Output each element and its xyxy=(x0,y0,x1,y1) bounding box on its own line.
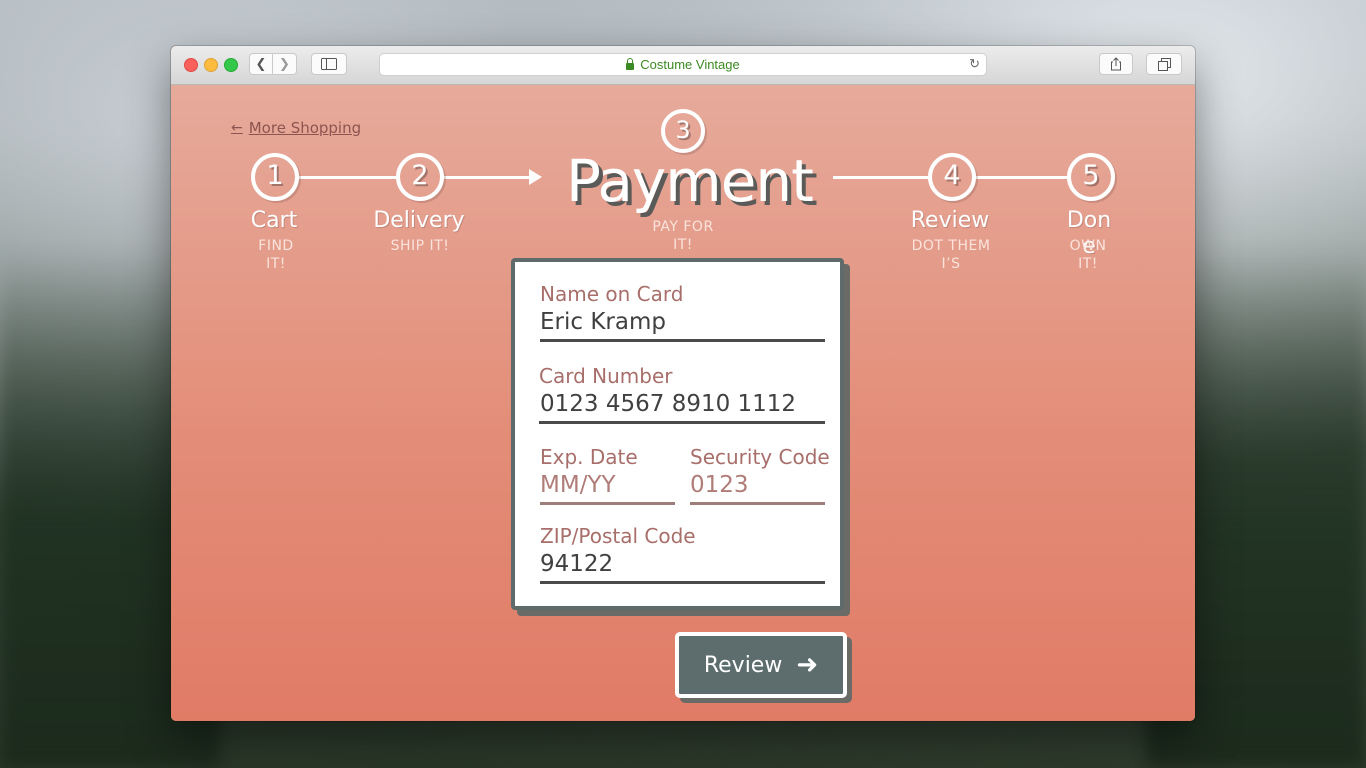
step-3-sub: PAY FOR IT! xyxy=(652,219,714,253)
name-on-card-underline xyxy=(540,339,825,342)
forward-button[interactable]: ❯ xyxy=(273,53,297,75)
step-4-circle[interactable]: 4 xyxy=(928,153,976,201)
share-button[interactable] xyxy=(1099,53,1133,75)
review-button-label: Review xyxy=(703,652,783,678)
exp-date-underline xyxy=(540,502,675,505)
checkout-page: ← More Shopping 1 Cart FIND IT! 2 Delive… xyxy=(171,85,1195,721)
show-tabs-button[interactable] xyxy=(1146,53,1182,75)
minimize-window-button[interactable] xyxy=(204,58,218,72)
more-shopping-label: More Shopping xyxy=(248,119,362,137)
card-number-underline xyxy=(539,421,825,424)
name-on-card-field[interactable]: Name on Card Eric Kramp xyxy=(540,282,825,342)
payment-form-card: Name on Card Eric Kramp Card Number 0123… xyxy=(511,258,844,610)
security-code-field[interactable]: Security Code 0123 xyxy=(690,445,830,505)
tabs-icon xyxy=(1157,57,1171,71)
step-3-label: Payment xyxy=(566,147,814,215)
card-number-field[interactable]: Card Number 0123 4567 8910 1112 xyxy=(539,364,825,424)
close-window-button[interactable] xyxy=(184,58,198,72)
zip-underline xyxy=(540,581,825,584)
step-5-circle[interactable]: 5 xyxy=(1067,153,1115,201)
exp-date-label: Exp. Date xyxy=(540,445,638,469)
share-icon xyxy=(1111,57,1121,71)
chevron-left-icon: ❮ xyxy=(255,56,267,72)
lock-icon xyxy=(626,58,635,70)
name-on-card-input[interactable]: Eric Kramp xyxy=(540,309,825,335)
step-5-sub: OWN IT! xyxy=(1069,238,1107,272)
progress-arrow-icon xyxy=(529,169,542,185)
step-2-circle[interactable]: 2 xyxy=(396,153,444,201)
zip-label: ZIP/Postal Code xyxy=(540,524,696,548)
sidebar-icon xyxy=(321,58,337,70)
progress-line-3-4 xyxy=(833,176,929,179)
exp-date-field[interactable]: Exp. Date MM/YY xyxy=(540,445,675,505)
zip-field[interactable]: ZIP/Postal Code 94122 xyxy=(540,524,825,584)
chevron-right-icon: ❯ xyxy=(279,56,290,72)
step-4-label: Review xyxy=(910,208,990,233)
arrow-left-icon: ← xyxy=(231,120,243,136)
browser-titlebar: ❮ ❯ Costume Vintage ↻ xyxy=(171,46,1195,85)
name-on-card-label: Name on Card xyxy=(540,282,684,306)
progress-line-1-2 xyxy=(297,176,397,179)
review-button[interactable]: Review ➜ xyxy=(675,632,847,698)
address-bar[interactable]: Costume Vintage ↻ xyxy=(379,53,987,76)
card-number-input[interactable]: 0123 4567 8910 1112 xyxy=(540,391,825,417)
exp-date-input[interactable]: MM/YY xyxy=(540,472,675,498)
browser-window: ❮ ❯ Costume Vintage ↻ ← More Shopping 1 … xyxy=(171,46,1195,721)
progress-line-4-5 xyxy=(975,176,1069,179)
progress-line-2-3 xyxy=(443,176,533,179)
arrow-right-icon: ➜ xyxy=(796,650,819,680)
maximize-window-button[interactable] xyxy=(224,58,238,72)
security-code-input[interactable]: 0123 xyxy=(690,472,825,498)
card-number-label: Card Number xyxy=(539,364,673,388)
security-code-underline xyxy=(690,502,825,505)
security-code-label: Security Code xyxy=(690,445,830,469)
step-1-label: Cart xyxy=(250,208,298,233)
back-button[interactable]: ❮ xyxy=(249,53,273,75)
site-name: Costume Vintage xyxy=(640,57,740,72)
step-2-label: Delivery xyxy=(373,208,465,233)
reload-icon[interactable]: ↻ xyxy=(969,56,980,72)
sidebar-toggle-button[interactable] xyxy=(311,53,347,75)
step-1-sub: FIND IT! xyxy=(258,238,294,272)
zip-input[interactable]: 94122 xyxy=(540,551,825,577)
step-2-sub: SHIP IT! xyxy=(390,238,450,254)
more-shopping-link[interactable]: ← More Shopping xyxy=(231,119,361,137)
step-1-circle[interactable]: 1 xyxy=(251,153,299,201)
step-4-sub: DOT THEM I’S xyxy=(911,238,991,272)
